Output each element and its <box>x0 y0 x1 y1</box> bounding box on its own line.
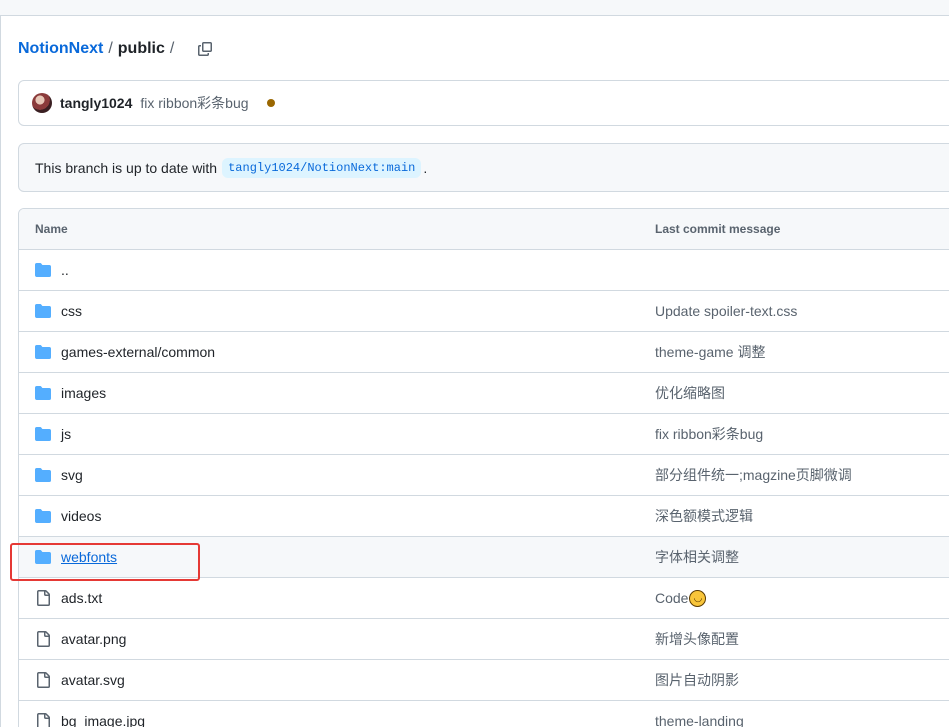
breadcrumb-current: public <box>117 40 165 57</box>
file-icon <box>35 713 51 727</box>
commit-message-link[interactable]: 新增头像配置 <box>655 629 739 649</box>
folder-icon <box>35 344 51 360</box>
laughing-emoji-icon: ◡ <box>689 589 707 607</box>
commit-message-text: fix ribbon彩条bug <box>655 426 764 442</box>
table-row[interactable]: ads.txt Code ◡ <box>19 578 949 619</box>
folder-icon <box>35 426 51 442</box>
commit-message-link[interactable]: 深色额模式逻辑 <box>655 506 753 526</box>
file-name-link[interactable]: games-external/common <box>61 344 215 360</box>
repo-file-browser: NotionNext / public / tangly1024 fix rib… <box>0 0 949 727</box>
commit-message-link[interactable]: fix ribbon彩条bug <box>140 93 248 113</box>
table-header: Name Last commit message <box>19 209 949 250</box>
commit-author-link[interactable]: tangly1024 <box>60 95 132 111</box>
table-row[interactable]: videos 深色额模式逻辑 <box>19 496 949 537</box>
copy-path-button[interactable] <box>193 37 217 61</box>
table-row[interactable]: avatar.svg 图片自动阴影 <box>19 660 949 701</box>
file-name-link[interactable]: bg_image.jpg <box>61 713 145 727</box>
file-name-link[interactable]: avatar.png <box>61 631 126 647</box>
branch-status-text: This branch is up to date with <box>35 159 218 176</box>
column-header-message: Last commit message <box>655 222 781 236</box>
branch-status-suffix: . <box>423 159 428 176</box>
commit-message-link[interactable]: fix ribbon彩条bug <box>655 424 763 444</box>
commit-message-text: 优化缩略图 <box>655 385 725 401</box>
commit-message-text: 新增头像配置 <box>655 631 739 647</box>
commit-message-text: 深色额模式逻辑 <box>655 508 753 524</box>
file-name-link[interactable]: videos <box>61 508 101 524</box>
folder-icon <box>35 467 51 483</box>
commit-message-link[interactable]: 部分组件统一;magzine页脚微调 <box>655 465 852 485</box>
commit-message-link[interactable]: 优化缩略图 <box>655 383 725 403</box>
commit-message-link[interactable]: theme-game 调整 <box>655 342 765 362</box>
file-icon <box>35 631 51 647</box>
breadcrumb-root-link[interactable]: NotionNext <box>18 40 103 58</box>
breadcrumb: NotionNext / public / <box>18 37 217 61</box>
commit-message-link[interactable]: 图片自动阴影 <box>655 670 739 690</box>
folder-icon <box>35 385 51 401</box>
commit-status-dot[interactable] <box>266 99 275 107</box>
breadcrumb-separator: / <box>169 40 175 57</box>
file-icon <box>35 590 51 606</box>
table-row[interactable]: games-external/common theme-game 调整 <box>19 332 949 373</box>
branch-ref-link[interactable]: tangly1024/NotionNext:main <box>222 157 422 178</box>
table-row[interactable]: images 优化缩略图 <box>19 373 949 414</box>
file-name-link[interactable]: css <box>61 303 82 319</box>
branch-status-banner: This branch is up to date with tangly102… <box>18 143 949 192</box>
breadcrumb-separator: / <box>108 40 113 57</box>
folder-icon <box>35 303 51 319</box>
commit-message-link[interactable]: 字体相关调整 <box>655 547 739 567</box>
latest-commit-bar: tangly1024 fix ribbon彩条bug <box>18 80 949 126</box>
table-row[interactable]: webfonts 字体相关调整 <box>19 537 949 578</box>
commit-message-link[interactable]: Update spoiler-text.css <box>655 303 797 319</box>
table-row[interactable]: avatar.png 新增头像配置 <box>19 619 949 660</box>
file-name-link[interactable]: svg <box>61 467 83 483</box>
commit-message-text: Update spoiler-text.css <box>655 303 798 319</box>
file-name-link[interactable]: webfonts <box>61 549 117 565</box>
commit-message-text: theme-landing <box>655 713 744 727</box>
top-strip <box>0 0 949 16</box>
commit-message-link[interactable]: theme-landing <box>655 713 744 727</box>
table-row[interactable]: svg 部分组件统一;magzine页脚微调 <box>19 455 949 496</box>
table-row[interactable]: js fix ribbon彩条bug <box>19 414 949 455</box>
file-name-link[interactable]: ads.txt <box>61 590 102 606</box>
file-name-link[interactable]: avatar.svg <box>61 672 125 688</box>
commit-message-text: Code <box>655 590 689 606</box>
commit-message-text: 字体相关调整 <box>655 549 739 565</box>
file-name-link[interactable]: .. <box>61 262 69 278</box>
folder-icon <box>35 508 51 524</box>
folder-icon <box>35 549 51 565</box>
commit-message-text: 图片自动阴影 <box>655 672 739 688</box>
left-border <box>0 16 1 727</box>
commit-message-text: 部分组件统一;magzine页脚微调 <box>655 467 852 483</box>
table-row[interactable]: .. <box>19 250 949 291</box>
commit-message-text: theme-game 调整 <box>655 344 766 360</box>
file-name-link[interactable]: images <box>61 385 106 401</box>
table-row[interactable]: css Update spoiler-text.css <box>19 291 949 332</box>
file-table: Name Last commit message .. css Update spo… <box>18 208 949 727</box>
copy-icon <box>198 42 213 56</box>
file-icon <box>35 672 51 688</box>
column-header-name: Name <box>35 222 68 236</box>
file-name-link[interactable]: js <box>61 426 71 442</box>
commit-message-link[interactable]: Code ◡ <box>655 589 707 607</box>
folder-icon <box>35 262 51 278</box>
table-row[interactable]: bg_image.jpg theme-landing <box>19 701 949 727</box>
avatar[interactable] <box>32 93 52 113</box>
